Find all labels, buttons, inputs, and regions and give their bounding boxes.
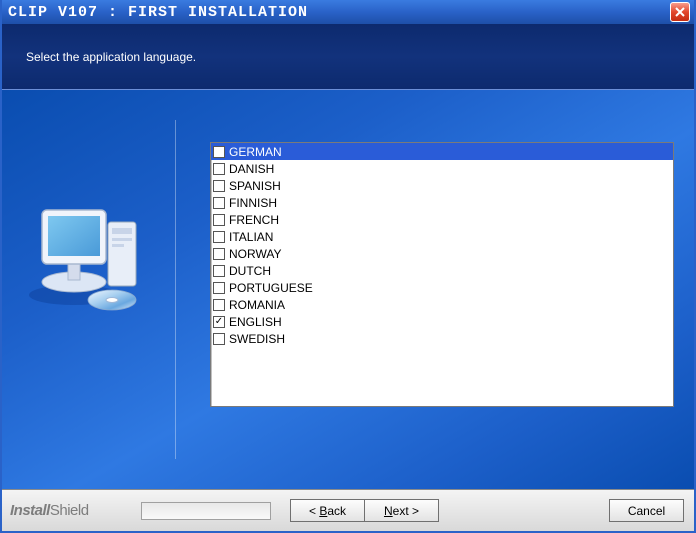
- language-item[interactable]: FINNISH: [211, 194, 673, 211]
- language-item[interactable]: ITALIAN: [211, 228, 673, 245]
- language-checkbox[interactable]: [213, 248, 225, 260]
- language-checkbox[interactable]: [213, 282, 225, 294]
- language-item[interactable]: ROMANIA: [211, 296, 673, 313]
- language-item[interactable]: DANISH: [211, 160, 673, 177]
- footer: InstallShield < Back Next > Cancel: [2, 489, 694, 531]
- content-area: GERMAN DANISH SPANISH FINNISH FRENCH ITALIAN N…: [2, 90, 694, 489]
- list-pane: GERMAN DANISH SPANISH FINNISH FRENCH ITALIAN N…: [176, 90, 694, 489]
- language-checkbox[interactable]: [213, 231, 225, 243]
- language-label: ITALIAN: [229, 230, 273, 244]
- language-listbox[interactable]: GERMAN DANISH SPANISH FINNISH FRENCH ITALIAN N…: [210, 142, 674, 407]
- language-item[interactable]: FRENCH: [211, 211, 673, 228]
- language-checkbox[interactable]: [213, 299, 225, 311]
- language-item[interactable]: ✓ ENGLISH: [211, 313, 673, 330]
- language-checkbox[interactable]: [213, 265, 225, 277]
- sidebar: [2, 90, 176, 489]
- header-band: Select the application language.: [2, 24, 694, 90]
- close-icon: [675, 7, 685, 17]
- language-item[interactable]: GERMAN: [211, 143, 673, 160]
- language-label: FINNISH: [229, 196, 277, 210]
- language-checkbox[interactable]: [213, 333, 225, 345]
- language-checkbox[interactable]: ✓: [213, 316, 225, 328]
- header-prompt: Select the application language.: [26, 50, 196, 64]
- language-item[interactable]: SWEDISH: [211, 330, 673, 347]
- language-item[interactable]: NORWAY: [211, 245, 673, 262]
- language-checkbox[interactable]: [213, 146, 225, 158]
- close-button[interactable]: [670, 2, 690, 22]
- language-label: PORTUGUESE: [229, 281, 313, 295]
- progress-bar: [141, 502, 271, 520]
- back-button[interactable]: < Back: [290, 499, 365, 522]
- titlebar: CLIP V107 : FIRST INSTALLATION: [2, 0, 694, 24]
- cancel-button[interactable]: Cancel: [609, 499, 684, 522]
- language-label: SWEDISH: [229, 332, 285, 346]
- language-item[interactable]: SPANISH: [211, 177, 673, 194]
- language-item[interactable]: DUTCH: [211, 262, 673, 279]
- window-title: CLIP V107 : FIRST INSTALLATION: [8, 4, 308, 21]
- language-label: DANISH: [229, 162, 274, 176]
- language-label: ENGLISH: [229, 315, 282, 329]
- language-checkbox[interactable]: [213, 163, 225, 175]
- language-label: GERMAN: [229, 145, 282, 159]
- language-label: SPANISH: [229, 179, 281, 193]
- language-label: ROMANIA: [229, 298, 285, 312]
- language-label: DUTCH: [229, 264, 271, 278]
- language-checkbox[interactable]: [213, 180, 225, 192]
- button-row: < Back Next > Cancel: [290, 499, 684, 522]
- language-checkbox[interactable]: [213, 197, 225, 209]
- next-button[interactable]: Next >: [364, 499, 439, 522]
- computer-icon: [24, 190, 154, 320]
- language-label: NORWAY: [229, 247, 281, 261]
- language-label: FRENCH: [229, 213, 279, 227]
- language-item[interactable]: PORTUGUESE: [211, 279, 673, 296]
- installer-window: CLIP V107 : FIRST INSTALLATION Select th…: [0, 0, 696, 533]
- installshield-brand: InstallShield: [10, 502, 89, 519]
- language-checkbox[interactable]: [213, 214, 225, 226]
